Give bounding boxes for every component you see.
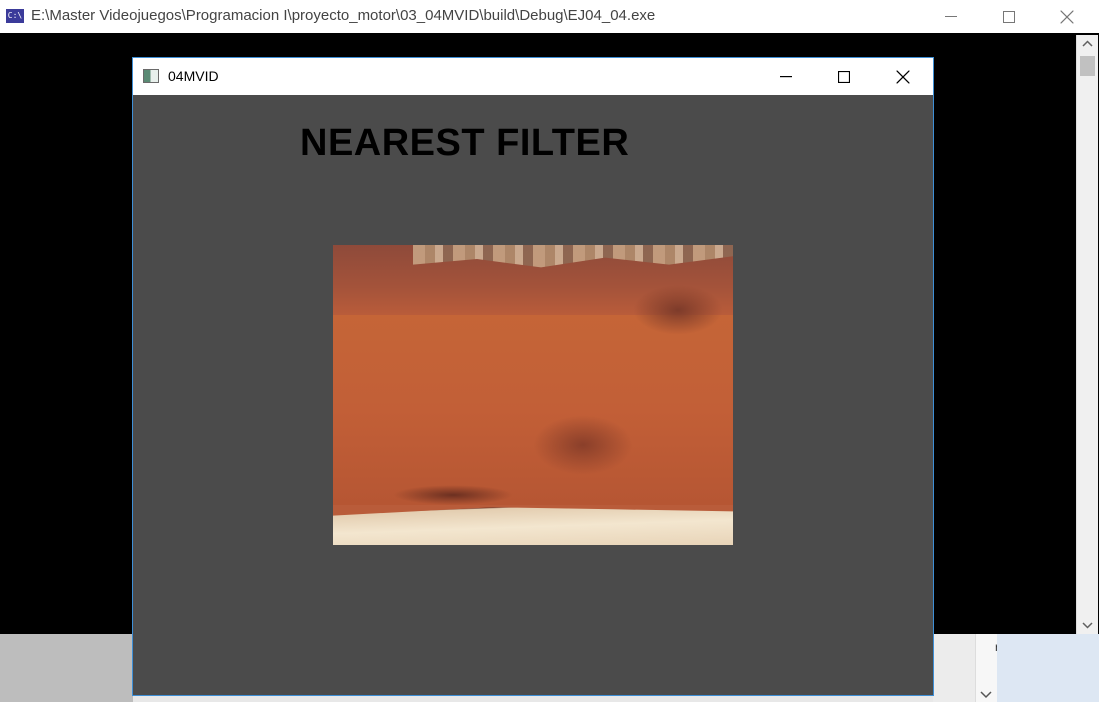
console-window-title: E:\Master Videojuegos\Programacion I\pro… (31, 7, 656, 24)
console-vertical-scrollbar[interactable] (1076, 35, 1098, 634)
background-scroll-pane: r (975, 634, 999, 702)
gl-window-title: 04MVID (168, 68, 219, 84)
background-window-right (997, 634, 1099, 702)
console-minimize-button[interactable] (922, 0, 980, 33)
gl-window: 04MVID NEAREST FILTER (132, 57, 934, 696)
gl-maximize-button[interactable] (815, 58, 873, 95)
close-icon (896, 70, 910, 83)
close-icon (1060, 10, 1074, 23)
maximize-icon (838, 70, 850, 83)
console-app-icon: C:\ (6, 9, 24, 23)
scroll-thumb[interactable] (1080, 56, 1095, 76)
background-window-mid (933, 634, 975, 702)
maximize-icon (1003, 10, 1015, 23)
console-titlebar[interactable]: C:\ E:\Master Videojuegos\Programacion I… (0, 0, 1099, 33)
gl-render-canvas[interactable]: NEAREST FILTER (133, 95, 933, 695)
chevron-up-icon (1082, 40, 1093, 47)
filter-mode-label: NEAREST FILTER (300, 122, 630, 164)
console-close-button[interactable] (1038, 0, 1096, 33)
scroll-down-button[interactable] (1077, 616, 1098, 634)
gl-window-icon (143, 69, 159, 83)
gl-titlebar[interactable]: 04MVID (133, 58, 933, 95)
background-window-left (0, 634, 133, 702)
minimize-icon (945, 15, 957, 17)
chevron-down-icon (980, 691, 992, 699)
chevron-down-icon (1082, 622, 1093, 629)
minimize-icon (780, 75, 792, 77)
scroll-up-button[interactable] (1077, 35, 1098, 53)
gl-minimize-button[interactable] (757, 58, 815, 95)
console-maximize-button[interactable] (980, 0, 1038, 33)
gl-close-button[interactable] (873, 58, 933, 95)
brick-texture-quad (333, 245, 733, 545)
